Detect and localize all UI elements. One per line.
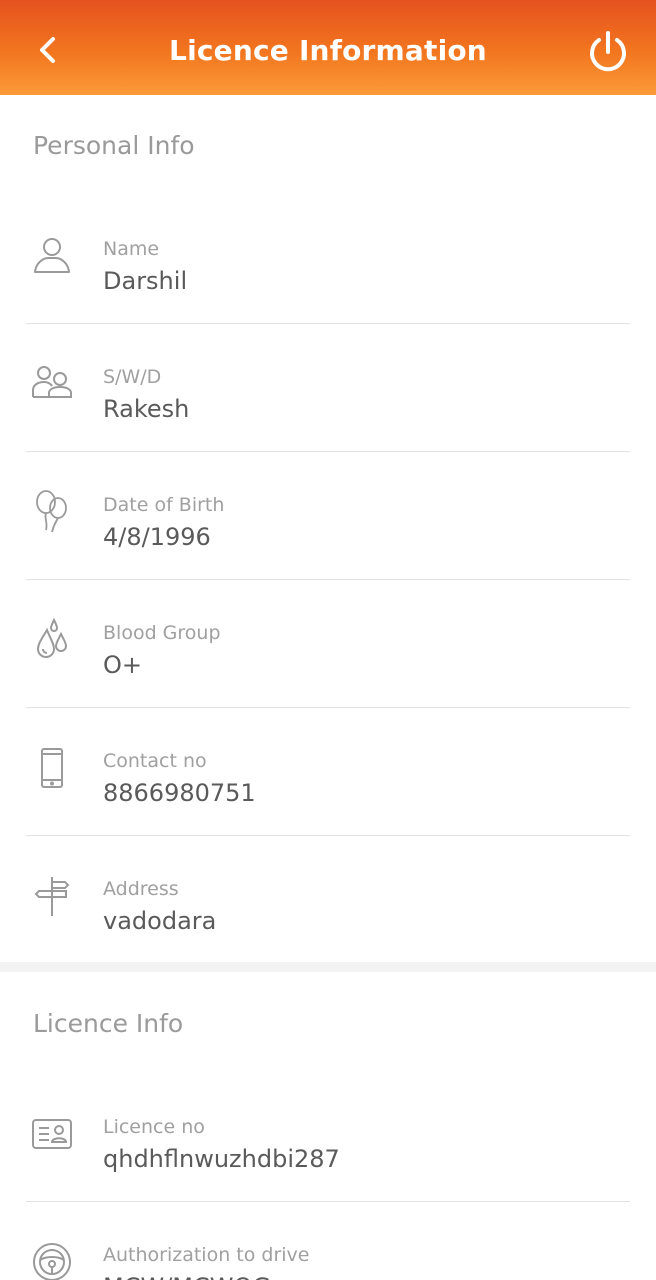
swd-label: S/W/D bbox=[103, 366, 162, 388]
dob-row: Date of Birth 4/8/1996 bbox=[0, 452, 656, 580]
swd-value: Rakesh bbox=[103, 395, 190, 423]
power-icon bbox=[584, 28, 632, 76]
address-row: Address vadodara bbox=[0, 836, 656, 964]
person-icon bbox=[28, 232, 76, 280]
personal-info-heading: Personal Info bbox=[33, 131, 195, 160]
blood-group-row: Blood Group O+ bbox=[0, 580, 656, 708]
licence-no-label: Licence no bbox=[103, 1116, 205, 1138]
dob-label: Date of Birth bbox=[103, 494, 225, 516]
logout-button[interactable] bbox=[582, 26, 634, 78]
steering-wheel-icon bbox=[28, 1238, 76, 1280]
chevron-left-icon bbox=[36, 34, 60, 66]
phone-icon bbox=[28, 744, 76, 792]
page-title: Licence Information bbox=[169, 34, 487, 67]
contact-value: 8866980751 bbox=[103, 779, 256, 807]
dob-value: 4/8/1996 bbox=[103, 523, 211, 551]
name-row: Name Darshil bbox=[0, 196, 656, 324]
authorization-label: Authorization to drive bbox=[103, 1244, 310, 1266]
licence-no-row: Licence no qhdhflnwuzhdbi287 bbox=[0, 1074, 656, 1202]
licence-info-heading: Licence Info bbox=[33, 1009, 184, 1038]
id-card-icon bbox=[28, 1110, 76, 1158]
signpost-icon bbox=[28, 872, 76, 920]
authorization-row: Authorization to drive MCW/MCWOG bbox=[0, 1202, 656, 1280]
blood-drops-icon bbox=[28, 616, 76, 664]
address-label: Address bbox=[103, 878, 179, 900]
contact-label: Contact no bbox=[103, 750, 207, 772]
blood-group-value: O+ bbox=[103, 651, 142, 679]
swd-row: S/W/D Rakesh bbox=[0, 324, 656, 452]
people-icon bbox=[28, 360, 76, 408]
blood-group-label: Blood Group bbox=[103, 622, 221, 644]
licence-no-value: qhdhflnwuzhdbi287 bbox=[103, 1145, 340, 1173]
section-separator bbox=[0, 962, 656, 972]
app-screen: Licence Information Personal Info Name D… bbox=[0, 0, 656, 1280]
contact-row: Contact no 8866980751 bbox=[0, 708, 656, 836]
name-label: Name bbox=[103, 238, 160, 260]
name-value: Darshil bbox=[103, 267, 188, 295]
app-header: Licence Information bbox=[0, 0, 656, 95]
back-button[interactable] bbox=[28, 28, 68, 72]
authorization-value: MCW/MCWOG bbox=[103, 1271, 271, 1280]
address-value: vadodara bbox=[103, 907, 217, 935]
balloons-icon bbox=[28, 488, 76, 536]
